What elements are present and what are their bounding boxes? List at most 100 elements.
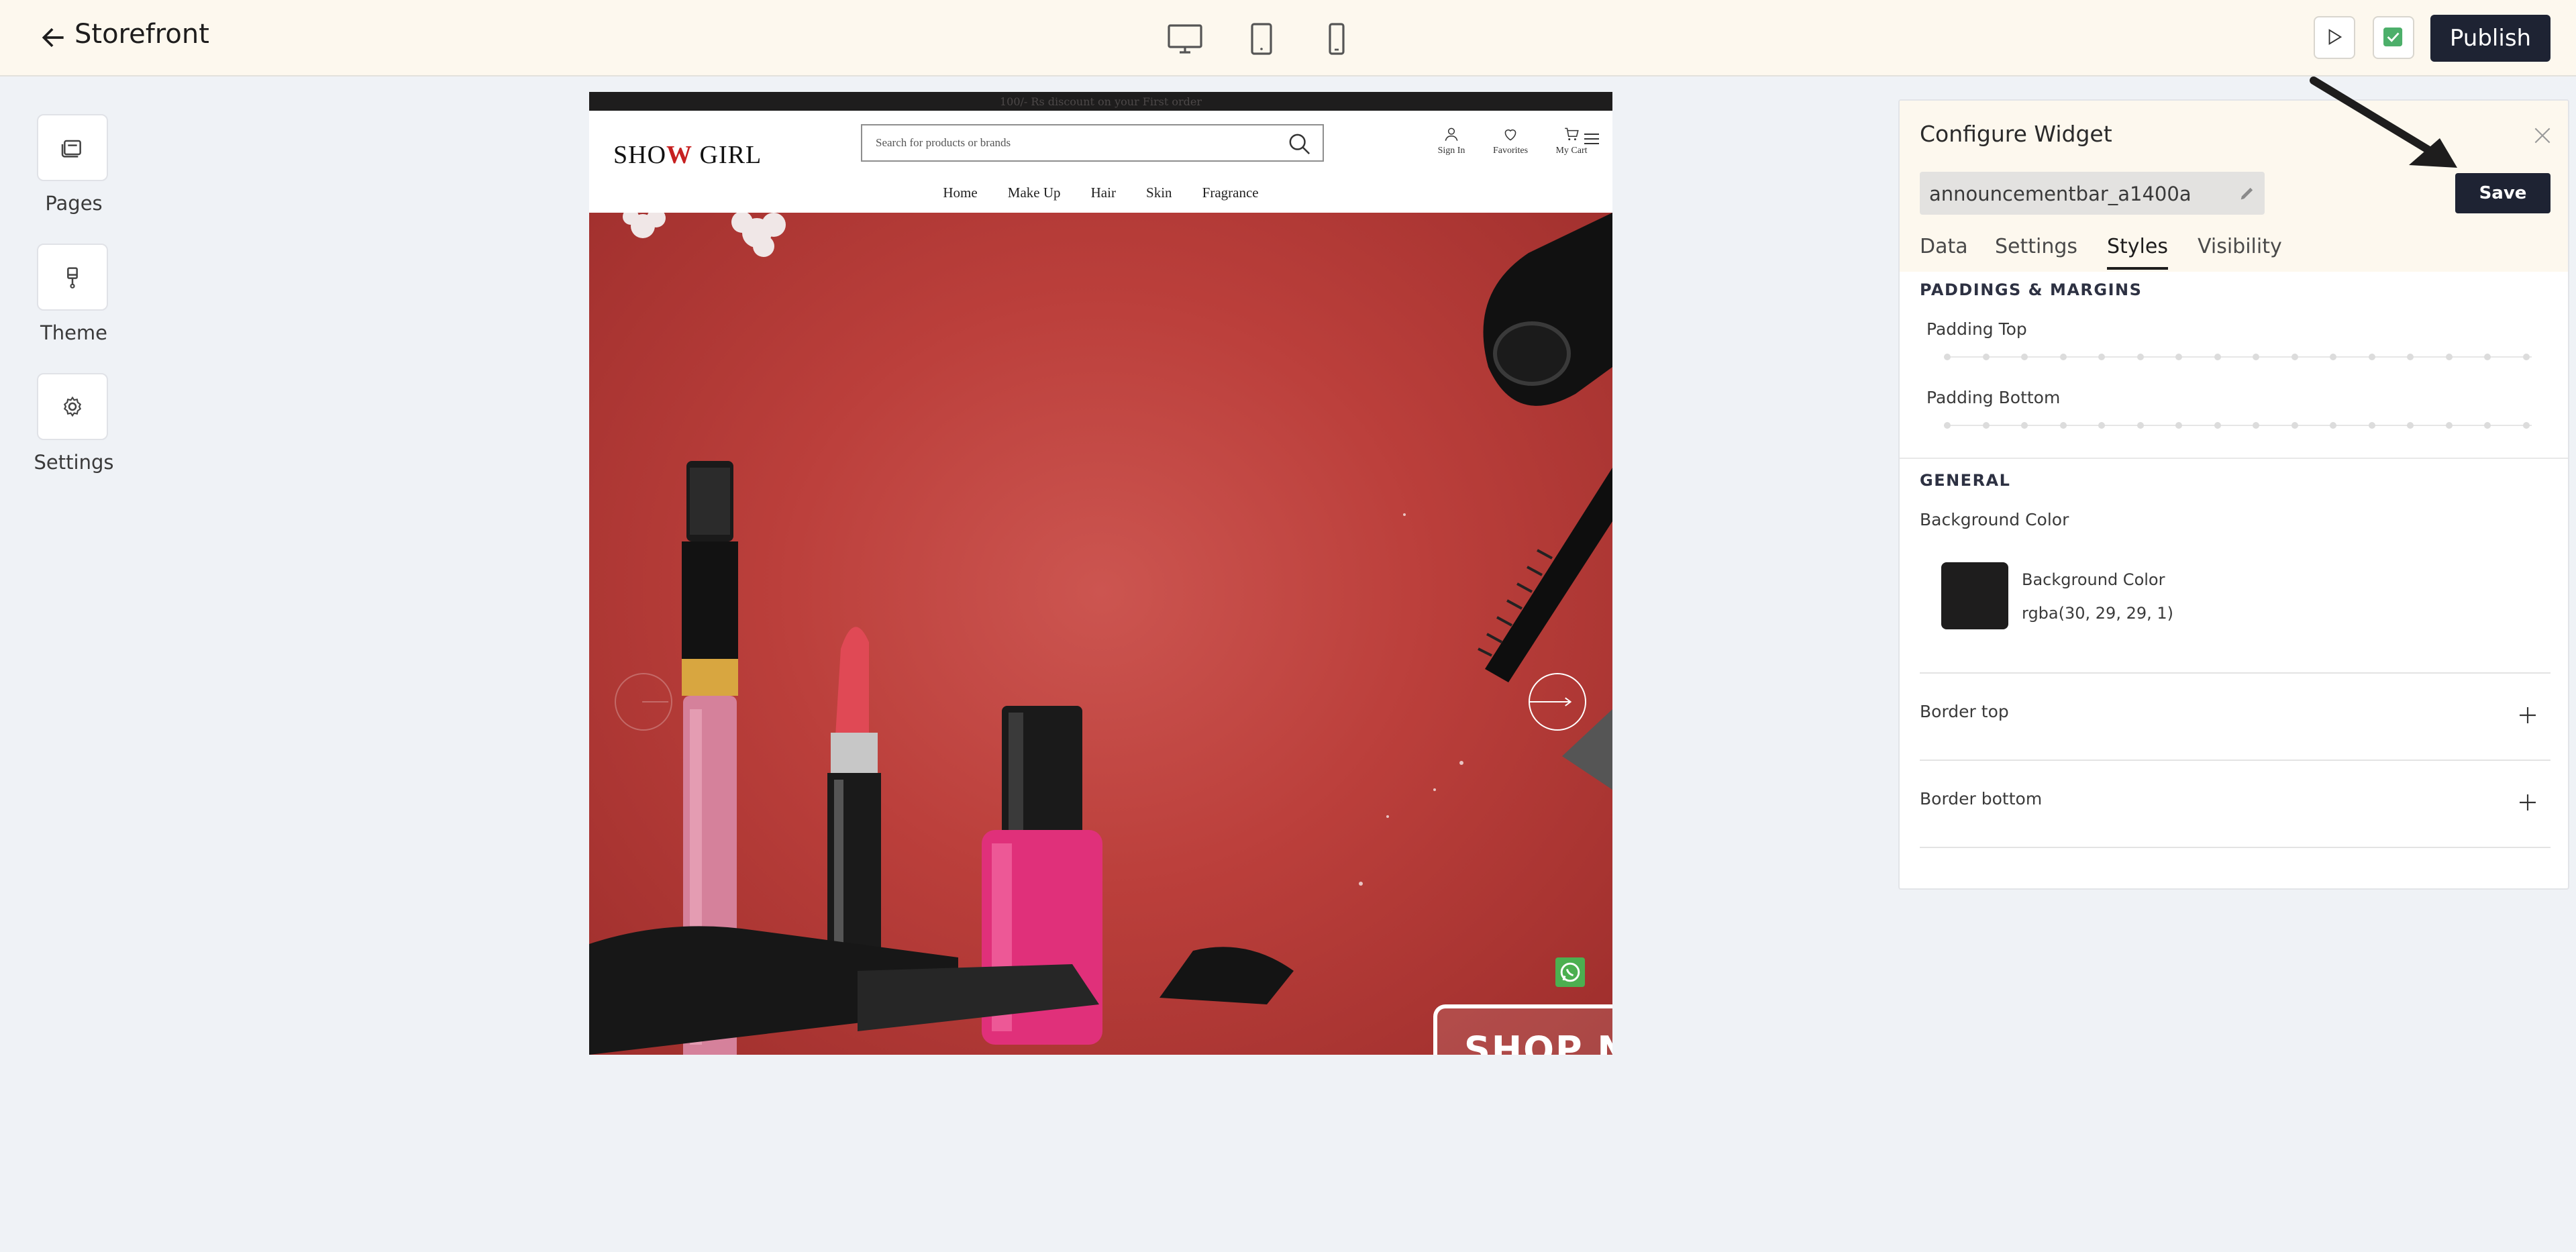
padding-top-label: Padding Top (1926, 319, 2027, 339)
row-divider (1920, 847, 2551, 848)
widget-id-value: announcementbar_a1400a (1929, 182, 2192, 205)
slider-tick[interactable] (2098, 422, 2105, 429)
favorites-link[interactable]: Favorites (1484, 125, 1537, 156)
publish-button[interactable]: Publish (2430, 15, 2551, 62)
slider-tick[interactable] (2484, 422, 2491, 429)
pages-icon (61, 140, 81, 158)
nav-skin[interactable]: Skin (1146, 185, 1172, 201)
slider-tick[interactable] (2407, 354, 2414, 360)
nav-home[interactable]: Home (943, 185, 977, 201)
mobile-view-icon[interactable] (1317, 20, 1357, 58)
background-color-swatch[interactable] (1941, 562, 2008, 629)
slider-tick[interactable] (2021, 354, 2028, 360)
sidebar-item-label: Theme (40, 321, 108, 344)
cart-icon (1565, 127, 1579, 141)
hamburger-menu-icon[interactable] (1582, 131, 1601, 147)
pages-button[interactable] (37, 114, 108, 181)
announcement-bar[interactable]: 100/- Rs discount on your First order (589, 92, 1612, 111)
nav-hair[interactable]: Hair (1091, 185, 1116, 201)
tab-data[interactable]: Data (1920, 235, 1968, 258)
slider-tick[interactable] (2291, 354, 2298, 360)
desktop-view-icon[interactable] (1165, 20, 1205, 58)
hero-cta-label: SHOP N (1464, 1029, 1612, 1055)
back-arrow-icon[interactable] (39, 23, 68, 52)
tab-settings[interactable]: Settings (1995, 235, 2077, 258)
close-icon[interactable] (2532, 125, 2553, 146)
whatsapp-button[interactable] (1555, 957, 1585, 987)
slider-tick[interactable] (2059, 354, 2067, 360)
play-icon (2328, 29, 2342, 46)
storefront-preview[interactable]: 100/- Rs discount on your First order SH… (589, 92, 1612, 1055)
widget-id-field[interactable]: announcementbar_a1400a (1920, 172, 2265, 215)
slider-tick[interactable] (2368, 422, 2375, 429)
add-border-bottom-icon[interactable] (2517, 792, 2538, 813)
slider-tick[interactable] (2021, 422, 2028, 429)
hero-banner[interactable] (589, 213, 1612, 1055)
slider-tick[interactable] (2253, 422, 2259, 429)
theme-button[interactable] (37, 244, 108, 311)
store-logo[interactable]: SHOW GIRL (613, 140, 762, 170)
slider-tick[interactable] (2522, 354, 2530, 360)
preview-play-button[interactable] (2314, 16, 2355, 59)
slider-tick[interactable] (1982, 422, 1990, 429)
sidebar-item-settings[interactable]: Settings (34, 373, 113, 474)
save-button[interactable]: Save (2455, 173, 2551, 213)
slider-tick[interactable] (2098, 354, 2105, 360)
slider-tick[interactable] (2368, 354, 2375, 360)
padding-bottom-label: Padding Bottom (1926, 388, 2061, 407)
border-bottom-label[interactable]: Border bottom (1920, 789, 2042, 808)
slider-tick[interactable] (2445, 422, 2453, 429)
background-color-value: rgba(30, 29, 29, 1) (2022, 604, 2174, 623)
slider-next-button[interactable] (1510, 673, 1586, 731)
panel-header: Configure Widget announcementbar_a1400a … (1900, 101, 2568, 272)
slider-tick[interactable] (2407, 422, 2414, 429)
pencil-icon[interactable] (2238, 184, 2257, 203)
slider-tick[interactable] (2136, 422, 2144, 429)
padding-top-slider[interactable] (1944, 350, 2532, 364)
slider-tick[interactable] (1944, 354, 1951, 360)
background-color-label: Background Color (1920, 510, 2069, 529)
hero-image (589, 213, 1612, 1055)
sidebar-item-theme[interactable]: Theme (37, 244, 111, 344)
slider-tick[interactable] (2214, 422, 2221, 429)
row-divider (1920, 760, 2551, 761)
slider-tick[interactable] (2445, 354, 2453, 360)
app-title: Storefront (74, 19, 209, 50)
sidebar-item-pages[interactable]: Pages (37, 114, 111, 215)
slider-tick[interactable] (2522, 422, 2530, 429)
save-status-button[interactable] (2373, 16, 2414, 59)
search-icon[interactable] (1286, 131, 1313, 158)
slider-prev-button[interactable] (615, 673, 672, 731)
slider-tick[interactable] (2214, 354, 2221, 360)
padding-bottom-slider[interactable] (1944, 419, 2532, 432)
annotation-arrow-icon (2310, 76, 2457, 168)
add-border-top-icon[interactable] (2517, 705, 2538, 726)
slider-tick[interactable] (1944, 422, 1951, 429)
nav-fragrance[interactable]: Fragrance (1202, 185, 1259, 201)
top-bar: Storefront Publish (0, 0, 2576, 76)
store-header: SHOW GIRL Search for products or brands … (589, 111, 1612, 213)
slider-tick[interactable] (2330, 422, 2336, 429)
slider-tick[interactable] (2059, 422, 2067, 429)
store-search-input[interactable]: Search for products or brands (861, 124, 1324, 162)
tablet-view-icon[interactable] (1241, 20, 1282, 58)
store-nav: Home Make Up Hair Skin Fragrance (589, 185, 1612, 201)
slider-tick[interactable] (2136, 354, 2144, 360)
slider-tick[interactable] (2484, 354, 2491, 360)
slider-tick[interactable] (2291, 422, 2298, 429)
slider-tick[interactable] (2253, 354, 2259, 360)
sign-in-link[interactable]: Sign In (1425, 125, 1478, 156)
heart-icon (1504, 129, 1516, 141)
border-top-label[interactable]: Border top (1920, 702, 2009, 721)
hero-cta[interactable]: SHOP N (1433, 1004, 1612, 1055)
tab-visibility[interactable]: Visibility (2198, 235, 2282, 258)
slider-tick[interactable] (2175, 422, 2182, 429)
settings-button[interactable] (37, 373, 108, 440)
brush-icon (67, 267, 78, 289)
nav-make-up[interactable]: Make Up (1008, 185, 1061, 201)
slider-tick[interactable] (1982, 354, 1990, 360)
slider-tick[interactable] (2330, 354, 2336, 360)
slider-tick[interactable] (2175, 354, 2182, 360)
tab-styles[interactable]: Styles (2107, 235, 2168, 270)
section-divider (1900, 458, 2568, 459)
